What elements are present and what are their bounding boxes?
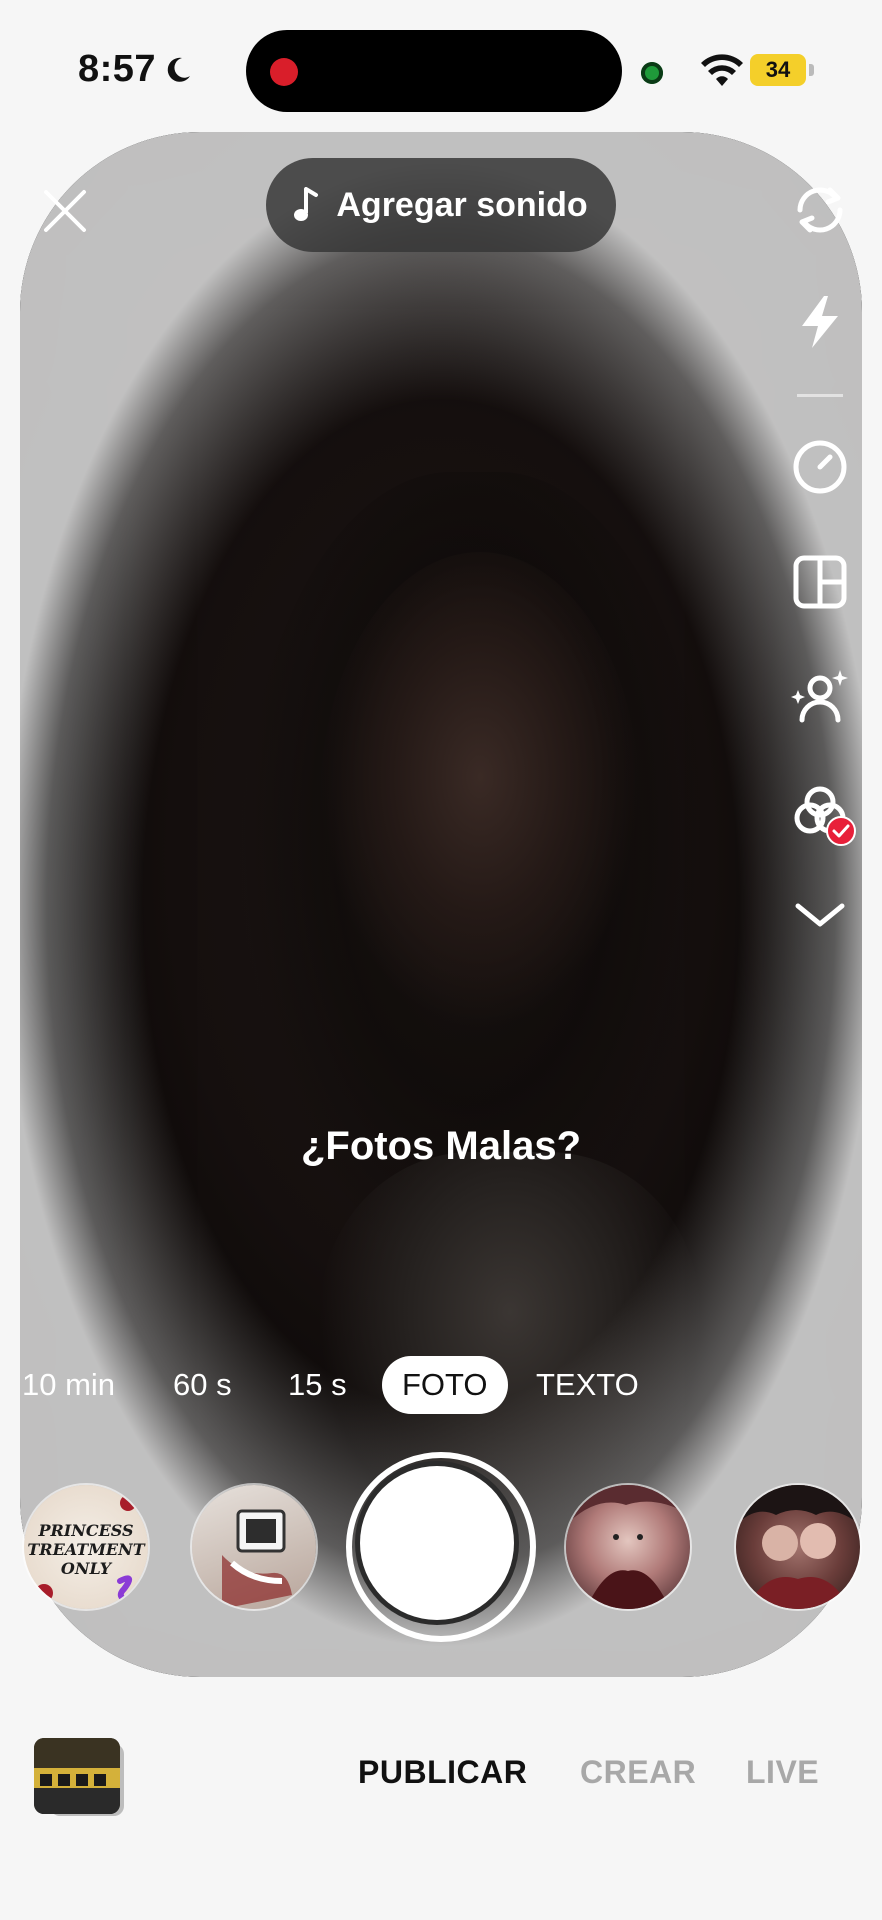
wifi-icon xyxy=(701,54,743,86)
moon-icon xyxy=(167,57,190,82)
tab-publicar[interactable]: PUBLICAR xyxy=(358,1754,527,1791)
mode-60s[interactable]: 60 s xyxy=(173,1356,232,1414)
recording-dot-icon xyxy=(270,58,298,86)
add-sound-label: Agregar sonido xyxy=(336,185,588,224)
mode-foto[interactable]: FOTO xyxy=(382,1356,508,1414)
dynamic-island xyxy=(246,30,622,112)
effect-thumb-duo[interactable] xyxy=(736,1485,860,1609)
effect-thumb-princess[interactable]: PRINCESS TREATMENT ONLY xyxy=(24,1485,148,1609)
status-bar: 8:57 34 xyxy=(0,0,882,140)
filter-applied-check-icon xyxy=(826,816,856,846)
mode-15s[interactable]: 15 s xyxy=(288,1356,347,1414)
battery-icon: 34 xyxy=(750,54,814,86)
layout-icon[interactable] xyxy=(790,552,850,612)
close-icon[interactable] xyxy=(40,186,90,236)
camera-in-use-icon xyxy=(641,62,663,84)
music-note-icon xyxy=(294,187,319,221)
beauty-icon[interactable] xyxy=(790,666,850,726)
subject-face xyxy=(320,552,640,1052)
effect-portrait-art xyxy=(566,1485,690,1609)
effect-thumb-portrait[interactable] xyxy=(566,1485,690,1609)
effect-princess-label: PRINCESS TREATMENT ONLY xyxy=(27,1521,145,1578)
tab-crear[interactable]: CREAR xyxy=(580,1754,696,1791)
toolbar-divider xyxy=(797,394,843,397)
flip-camera-icon[interactable] xyxy=(790,180,850,240)
tab-live[interactable]: LIVE xyxy=(746,1754,819,1791)
chevron-down-icon[interactable] xyxy=(790,886,850,946)
mode-selector: 10 min 60 s 15 s FOTO TEXTO xyxy=(0,1356,882,1416)
mode-10min[interactable]: 10 min xyxy=(22,1356,115,1414)
bottom-bar xyxy=(0,1700,882,1920)
effect-camera-art xyxy=(222,1509,292,1609)
timer-icon[interactable] xyxy=(790,436,850,496)
add-sound-button[interactable]: Agregar sonido xyxy=(266,158,616,252)
flash-icon[interactable] xyxy=(790,292,850,352)
shutter-button[interactable] xyxy=(360,1466,514,1620)
effect-duo-art xyxy=(736,1485,860,1609)
mode-texto[interactable]: TEXTO xyxy=(536,1356,639,1414)
gallery-thumbnail-image xyxy=(34,1738,120,1814)
camera-caption: ¿Fotos Malas? xyxy=(300,1124,582,1168)
status-time: 8:57 xyxy=(78,48,157,90)
camera-preview xyxy=(20,132,862,1677)
gallery-thumbnail[interactable] xyxy=(34,1738,120,1814)
effect-thumb-camera[interactable] xyxy=(192,1485,316,1609)
